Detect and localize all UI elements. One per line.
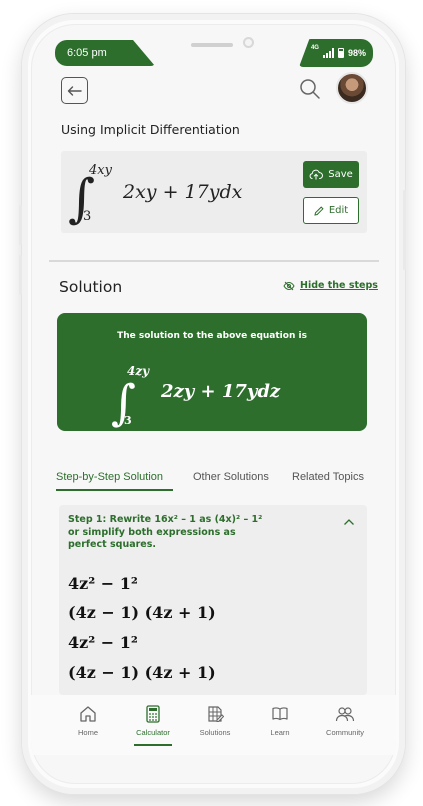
phone-side-button — [403, 190, 406, 270]
phone-side-button — [19, 255, 22, 295]
tab-related-topics[interactable]: Related Topics — [292, 471, 364, 483]
app-screen: 6:05 pm 4G 98% Using Implicit Differenti… — [31, 24, 396, 784]
result-integrand: 2zy + 17ydz — [160, 381, 281, 402]
signal-icon — [322, 48, 334, 58]
result-upper-limit: 4zy — [127, 364, 150, 378]
status-indicators: 4G 98% — [299, 39, 373, 67]
nav-calculator-label: Calculator — [136, 728, 170, 737]
nav-home-label: Home — [77, 728, 98, 737]
nav-community[interactable]: Community — [315, 705, 375, 737]
step-line-3: 4z² − 1² — [68, 633, 138, 652]
nav-learn[interactable]: Learn — [250, 705, 310, 737]
step-working: 4z² − 1² (4z − 1) (4z + 1) 4z² − 1² (4z … — [68, 574, 216, 682]
nav-solutions-label: Solutions — [199, 728, 231, 737]
hide-steps-label: Hide the steps — [300, 280, 378, 291]
cloud-upload-icon — [309, 169, 324, 180]
phone-side-button — [19, 205, 22, 245]
tab-other-solutions[interactable]: Other Solutions — [193, 471, 269, 483]
network-type: 4G — [310, 45, 319, 51]
step-card: Step 1: Rewrite 16x² – 1 as (4x)² – 1² o… — [59, 505, 367, 695]
search-button[interactable] — [299, 78, 321, 100]
hide-steps-link[interactable]: Hide the steps — [283, 280, 378, 291]
active-tab-indicator — [56, 489, 173, 491]
equation-display: ∫ 4xy 3 2xy + 17ydx — [68, 163, 243, 229]
nav-active-indicator — [134, 744, 172, 746]
calculator-icon — [146, 705, 160, 723]
nav-calculator[interactable]: Calculator — [123, 705, 183, 737]
equation-lower-limit: 3 — [83, 209, 91, 224]
bottom-navigation: Home Calculator Solutions Learn Communit… — [31, 695, 396, 755]
edit-button[interactable]: Edit — [303, 197, 359, 224]
book-icon — [272, 707, 288, 721]
pencil-icon — [314, 205, 324, 216]
battery-icon — [337, 48, 344, 58]
edit-label: Edit — [328, 205, 349, 216]
nav-home[interactable]: Home — [58, 705, 118, 737]
solutions-icon — [208, 706, 224, 722]
step-line-1: 4z² − 1² — [68, 574, 138, 593]
section-divider — [49, 260, 379, 262]
equation-integrand: 2xy + 17ydx — [122, 181, 243, 203]
eye-off-icon — [283, 281, 295, 290]
save-label: Save — [328, 169, 353, 180]
battery-level: 98% — [347, 48, 366, 58]
search-icon — [300, 79, 320, 99]
community-icon — [335, 707, 355, 722]
result-lower-limit: 3 — [124, 414, 132, 427]
save-button[interactable]: Save — [303, 161, 359, 188]
nav-community-label: Community — [326, 728, 364, 737]
step-line-2: (4z − 1) (4z + 1) — [68, 603, 216, 622]
avatar[interactable] — [336, 72, 368, 104]
step-line-4: (4z − 1) (4z + 1) — [68, 663, 216, 682]
nav-solutions[interactable]: Solutions — [185, 705, 245, 737]
solution-tabs: Step-by-Step Solution Other Solutions Re… — [56, 471, 371, 495]
home-icon — [80, 706, 96, 722]
tab-step-by-step[interactable]: Step-by-Step Solution — [56, 471, 163, 483]
equation-upper-limit: 4xy — [88, 163, 113, 178]
nav-learn-label: Learn — [270, 728, 290, 737]
solution-heading: Solution — [59, 278, 123, 296]
result-equation: ∫ 4zy 3 2zy + 17ydz — [111, 364, 281, 431]
solution-result-card: The solution to the above equation is ∫ … — [57, 313, 367, 431]
